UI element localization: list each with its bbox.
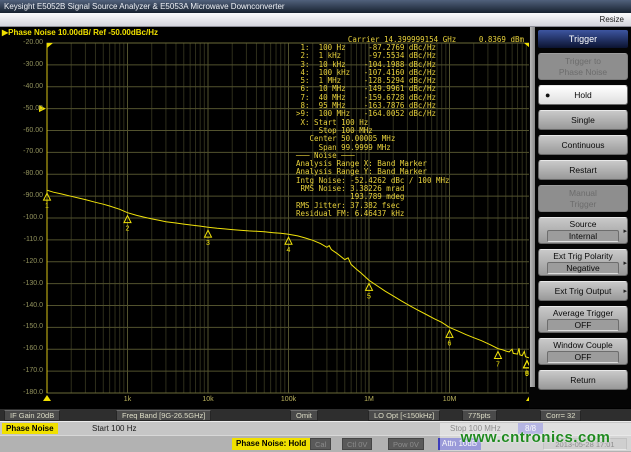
measurement-status-chip: IF Gain 20dB [4,410,60,421]
y-axis-tick-label: -170.0 [1,367,43,375]
x-axis-tick-label: 10k [202,396,213,404]
menu-bar: Resize [0,13,631,27]
y-axis-tick-label: -20.00 [1,39,43,47]
y-axis-tick-label: -180.0 [1,389,43,397]
measurement-status-chip: Corr= 32 [540,410,581,421]
softkey-value: Internal [547,230,619,242]
softkey-sidebar: Trigger Trigger toPhase Noise ●Hold Single… [529,27,631,408]
y-axis-tick-label: -160.0 [1,345,43,353]
trace-marker-number: 5 [367,293,371,300]
channel-badge: Phase Noise [2,423,58,434]
softkey-return[interactable]: Return [538,370,628,390]
graticule-and-trace: 123456789 [0,27,529,408]
trace-marker-icon [44,193,51,200]
marker-readout-table: 1: 100 Hz -87.2769 dBc/Hz 2: 1 kHz -97.5… [296,44,450,218]
softkey-label: Window Couple [539,340,627,350]
trace-marker-number: 1 [45,203,49,210]
start-frequency-label: Start 100 Hz [92,423,136,435]
trace-marker-icon [205,230,212,237]
status-flag-pow-0v: Pow 0V [388,438,424,450]
main-area: ▶Phase Noise 10.00dB/ Ref -50.00dBc/Hz C… [0,27,631,408]
y-axis-tick-label: -40.00 [1,83,43,91]
measurement-status-chip: LO Opt [<150kHz] [368,410,440,421]
window-title: Keysight E5052B Signal Source Analyzer &… [0,0,631,13]
y-axis-tick-label: -110.0 [1,236,43,244]
x-axis-tick-label: 10M [443,396,457,404]
y-axis-tick-label: -80.00 [1,170,43,178]
softkey-label: Source [539,219,627,229]
trace-marker-icon [446,330,453,337]
y-axis-tick-label: -120.0 [1,258,43,266]
softkey-label: Ext Trig Polarity [539,251,627,261]
softkey-continuous[interactable]: Continuous [538,135,628,155]
softkey-value: OFF [547,351,619,363]
softkey-label: Ext Trig Output [539,286,627,296]
trace-marker-icon [124,216,131,223]
y-axis-tick-label: -130.0 [1,280,43,288]
softkey-label-line2: Phase Noise [539,67,627,77]
softkey-trigger-to: Trigger toPhase Noise [538,53,628,80]
trace-marker-number: 7 [496,362,500,369]
measurement-status-bar: IF Gain 20dB Freq Band [9G-26.5GHz] Omit LO… [0,408,631,421]
resize-button[interactable]: Resize [600,13,624,26]
y-axis-tick-label: -70.00 [1,148,43,156]
softkey-source[interactable]: SourceInternal ▸ [538,217,628,244]
radio-selected-icon: ● [545,90,550,100]
status-flag-ctl-0v: Ctl 0V [342,438,372,450]
x-axis-tick-label: 1k [124,396,131,404]
softkey-menu-title: Trigger [538,30,628,48]
submenu-arrow-icon: ▸ [623,259,627,267]
softkey-label: Trigger to [539,56,627,66]
submenu-arrow-icon: ▸ [623,227,627,235]
softkey-label: Single [539,115,627,125]
softkey-label: Return [539,375,627,385]
softkey-restart[interactable]: Restart [538,160,628,180]
softkey-window-couple[interactable]: Window CoupleOFF [538,338,628,365]
softkey-ext-trig-polarity[interactable]: Ext Trig PolarityNegative ▸ [538,249,628,276]
softkey-hold[interactable]: ●Hold [538,85,628,105]
trigger-state-badge: Phase Noise: Hold [232,438,310,450]
y-axis-tick-label: -140.0 [1,302,43,310]
y-axis-tick-label: -150.0 [1,323,43,331]
y-axis-tick-label: -30.00 [1,61,43,69]
y-axis-tick-label: -60.00 [1,127,43,135]
softkey-label: Average Trigger [539,308,627,318]
y-axis-tick-label: -90.00 [1,192,43,200]
softkey-label: Hold [539,90,627,100]
trace-marker-icon [494,352,501,359]
softkey-label-line2: Trigger [539,199,627,209]
softkey-average-trigger[interactable]: Average TriggerOFF [538,306,628,333]
trace-marker-number: 3 [206,240,210,247]
trace-marker-number: 4 [287,247,291,254]
y-axis-tick-label: -50.00 [1,105,43,113]
app-window: Keysight E5052B Signal Source Analyzer &… [0,0,631,452]
trace-marker-icon [366,283,373,290]
softkey-label: Continuous [539,140,627,150]
softkey-scroll-strip[interactable] [530,27,535,387]
trace-marker-number: 2 [126,226,130,233]
softkey-label: Restart [539,165,627,175]
softkey-label: Manual [539,188,627,198]
softkey-ext-trig-output[interactable]: Ext Trig Output▸ [538,281,628,301]
submenu-arrow-icon: ▸ [623,287,627,295]
trace-marker-icon [285,237,292,244]
status-flag-cal: Cal [310,438,331,450]
measurement-status-chip: 775pts [462,410,497,421]
y-axis-tick-label: -100.0 [1,214,43,222]
phase-noise-plot: ▶Phase Noise 10.00dB/ Ref -50.00dBc/Hz C… [0,27,529,408]
measurement-status-chip: Freq Band [9G-26.5GHz] [116,410,211,421]
softkey-value: Negative [547,262,619,274]
softkey-single[interactable]: Single [538,110,628,130]
x-axis-tick-label: 1M [364,396,374,404]
softkey-value: OFF [547,319,619,331]
trace-marker-number: 6 [448,340,452,347]
softkey-manual: ManualTrigger [538,185,628,212]
x-axis-tick-label: 100k [281,396,296,404]
watermark: www.cntronics.com [440,423,631,451]
measurement-status-chip: Omit [290,410,318,421]
band-marker-foot [43,395,51,401]
band-marker-flag [47,43,53,48]
